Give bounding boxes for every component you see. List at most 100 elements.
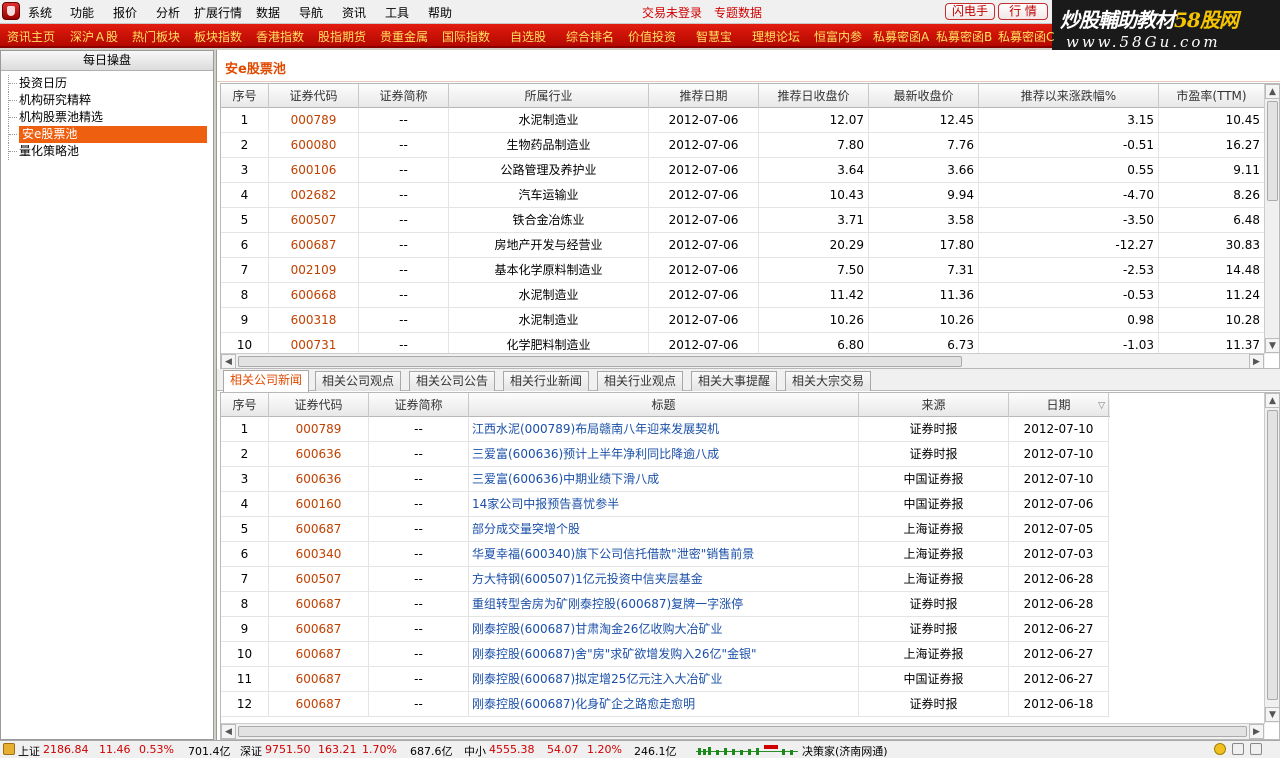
cell-news-title[interactable]: 刚泰控股(600687)化身矿企之路愈走愈明 (469, 692, 859, 717)
nav-private-c[interactable]: 私募密函C (998, 28, 1054, 45)
col-header-date[interactable]: 日期 ▽ (1009, 393, 1109, 417)
cell-news-title[interactable]: 三爱富(600636)预计上半年净利同比降逾八成 (469, 442, 859, 467)
cell-news-title[interactable]: 刚泰控股(600687)拟定增25亿元注入大冶矿业 (469, 667, 859, 692)
cell-stock-code[interactable]: 000789 (269, 108, 359, 133)
app-logo-icon[interactable] (2, 2, 20, 20)
scroll-thumb[interactable] (238, 356, 962, 367)
scroll-up-icon[interactable]: ▲ (1265, 393, 1279, 408)
cell-stock-code[interactable]: 600318 (269, 308, 359, 333)
table-row[interactable]: 2 600636 -- 三爱富(600636)预计上半年净利同比降逾八成 证券时报 201… (221, 442, 1109, 467)
trade-login-status[interactable]: 交易未登录 (642, 4, 702, 21)
table-row[interactable]: 4 600160 -- 14家公司中报预告喜忧参半 中国证券报 2012-07-06 (221, 492, 1109, 517)
cell-news-title[interactable]: 部分成交量突增个股 (469, 517, 859, 542)
cell-stock-code[interactable]: 600636 (269, 467, 369, 492)
scroll-thumb[interactable] (1267, 410, 1278, 700)
tab-company-views[interactable]: 相关公司观点 (315, 371, 402, 391)
table-row[interactable]: 4 002682 -- 汽车运输业 2012-07-06 10.43 9.94 -4.70 8.… (221, 183, 1265, 208)
menu-system[interactable]: 系统 (28, 4, 52, 21)
table-row[interactable]: 1 000789 -- 水泥制造业 2012-07-06 12.07 12.45 3.15 10… (221, 108, 1265, 133)
tab-company-announcements[interactable]: 相关公司公告 (409, 371, 496, 391)
col-header-pe[interactable]: 市盈率(TTM) (1159, 84, 1265, 108)
cell-stock-code[interactable]: 600687 (269, 517, 369, 542)
cell-stock-code[interactable]: 600687 (269, 692, 369, 717)
nav-private-b[interactable]: 私募密函B (936, 28, 992, 45)
cell-stock-code[interactable]: 600507 (269, 208, 359, 233)
cell-stock-code[interactable]: 002682 (269, 183, 359, 208)
scroll-left-icon[interactable]: ◀ (221, 354, 236, 368)
cell-stock-code[interactable]: 600668 (269, 283, 359, 308)
cell-news-title[interactable]: 14家公司中报预告喜忧参半 (469, 492, 859, 517)
cell-stock-code[interactable]: 600687 (269, 642, 369, 667)
nav-value-invest[interactable]: 价值投资 (628, 28, 676, 45)
nav-private-a[interactable]: 私募密函A (873, 28, 929, 45)
table-row[interactable]: 11 600687 -- 刚泰控股(600687)拟定增25亿元注入大冶矿业 中国证券报… (221, 667, 1109, 692)
scroll-thumb[interactable] (238, 726, 1247, 737)
nav-hot-sectors[interactable]: 热门板块 (132, 28, 180, 45)
nav-watchlist[interactable]: 自选股 (510, 28, 546, 45)
sidebar-item-institution-pool[interactable]: 机构股票池精选 (1, 109, 213, 126)
sidebar-item-research[interactable]: 机构研究精粹 (1, 92, 213, 109)
nav-hk-index[interactable]: 香港指数 (256, 28, 304, 45)
news-horizontal-scrollbar[interactable]: ◀ ▶ (221, 723, 1265, 739)
nav-index-futures[interactable]: 股指期货 (318, 28, 366, 45)
nav-intl-index[interactable]: 国际指数 (442, 28, 490, 45)
table-row[interactable]: 7 002109 -- 基本化学原料制造业 2012-07-06 7.50 7.31 -2.5… (221, 258, 1265, 283)
menu-quote[interactable]: 报价 (113, 4, 137, 21)
nav-forum[interactable]: 理想论坛 (752, 28, 800, 45)
scroll-down-icon[interactable]: ▼ (1265, 707, 1279, 722)
cell-stock-code[interactable]: 600080 (269, 133, 359, 158)
cell-news-title[interactable]: 刚泰控股(600687)舍"房"求矿欲增发购入26亿"金银" (469, 642, 859, 667)
table-row[interactable]: 10 600687 -- 刚泰控股(600687)舍"房"求矿欲增发购入26亿"金银"… (221, 642, 1109, 667)
table-row[interactable]: 8 600668 -- 水泥制造业 2012-07-06 11.42 11.36 -0.53 1… (221, 283, 1265, 308)
tab-industry-news[interactable]: 相关行业新闻 (503, 371, 590, 391)
cell-news-title[interactable]: 华夏幸福(600340)旗下公司信托借款"泄密"销售前景 (469, 542, 859, 567)
table-row[interactable]: 3 600636 -- 三爱富(600636)中期业绩下滑八成 中国证券报 2012-07… (221, 467, 1109, 492)
table-row[interactable]: 3 600106 -- 公路管理及养护业 2012-07-06 3.64 3.66 0.55 9… (221, 158, 1265, 183)
menu-tools[interactable]: 工具 (385, 4, 409, 21)
table-row[interactable]: 5 600507 -- 铁合金冶炼业 2012-07-06 3.71 3.58 -3.50 6.… (221, 208, 1265, 233)
col-header-code[interactable]: 证券代码 (269, 84, 359, 108)
table-row[interactable]: 12 600687 -- 刚泰控股(600687)化身矿企之路愈走愈明 证券时报 2012… (221, 692, 1109, 717)
table-row[interactable]: 2 600080 -- 生物药品制造业 2012-07-06 7.80 7.76 -0.51 1… (221, 133, 1265, 158)
col-header-name[interactable]: 证券简称 (359, 84, 449, 108)
cell-news-title[interactable]: 三爱富(600636)中期业绩下滑八成 (469, 467, 859, 492)
cell-stock-code[interactable]: 600687 (269, 617, 369, 642)
col-header-industry[interactable]: 所属行业 (449, 84, 649, 108)
table-row[interactable]: 9 600318 -- 水泥制造业 2012-07-06 10.26 10.26 0.98 10… (221, 308, 1265, 333)
nav-news-home[interactable]: 资讯主页 (7, 28, 55, 45)
scroll-up-icon[interactable]: ▲ (1265, 84, 1279, 99)
scroll-thumb[interactable] (1267, 101, 1278, 201)
menu-analysis[interactable]: 分析 (156, 4, 180, 21)
pool-horizontal-scrollbar[interactable]: ◀ ▶ (221, 353, 1265, 368)
nav-zhihuibao[interactable]: 智慧宝 (696, 28, 732, 45)
table-row[interactable]: 6 600687 -- 房地产开发与经营业 2012-07-06 20.29 17.80 -1… (221, 233, 1265, 258)
menu-news[interactable]: 资讯 (342, 4, 366, 21)
col-header-code[interactable]: 证券代码 (269, 393, 369, 417)
menu-extended-quote[interactable]: 扩展行情 (194, 4, 242, 21)
col-header-name[interactable]: 证券简称 (369, 393, 469, 417)
pool-vertical-scrollbar[interactable]: ▲ ▼ (1264, 84, 1279, 354)
cell-news-title[interactable]: 方大特钢(600507)1亿元投资中信夹层基金 (469, 567, 859, 592)
market-icon[interactable] (3, 743, 15, 755)
menu-help[interactable]: 帮助 (428, 4, 452, 21)
sort-desc-icon[interactable]: ▽ (1098, 394, 1105, 418)
table-row[interactable]: 9 600687 -- 刚泰控股(600687)甘肃淘金26亿收购大冶矿业 证券时报 20… (221, 617, 1109, 642)
scroll-right-icon[interactable]: ▶ (1249, 354, 1264, 368)
tab-industry-views[interactable]: 相关行业观点 (597, 371, 684, 391)
cell-stock-code[interactable]: 600106 (269, 158, 359, 183)
cell-news-title[interactable]: 江西水泥(000789)布局赣南八年迎来发展契机 (469, 417, 859, 442)
nav-a-shares[interactable]: 深沪Ａ股 (70, 28, 118, 45)
col-header-last-close[interactable]: 最新收盘价 (869, 84, 979, 108)
sidebar-item-quant-pool[interactable]: 量化策略池 (1, 143, 213, 160)
nav-sector-index[interactable]: 板块指数 (194, 28, 242, 45)
cell-stock-code[interactable]: 600687 (269, 592, 369, 617)
cell-stock-code[interactable]: 000789 (269, 417, 369, 442)
cell-stock-code[interactable]: 600160 (269, 492, 369, 517)
scroll-left-icon[interactable]: ◀ (221, 724, 236, 739)
col-header-change[interactable]: 推荐以来涨跌幅% (979, 84, 1159, 108)
nav-ranking[interactable]: 综合排名 (566, 28, 614, 45)
cell-news-title[interactable]: 重组转型舍房为矿刚泰控股(600687)复牌一字涨停 (469, 592, 859, 617)
signal-icon[interactable] (1232, 743, 1244, 755)
cell-stock-code[interactable]: 600340 (269, 542, 369, 567)
table-row[interactable]: 7 600507 -- 方大特钢(600507)1亿元投资中信夹层基金 上海证券报 201… (221, 567, 1109, 592)
